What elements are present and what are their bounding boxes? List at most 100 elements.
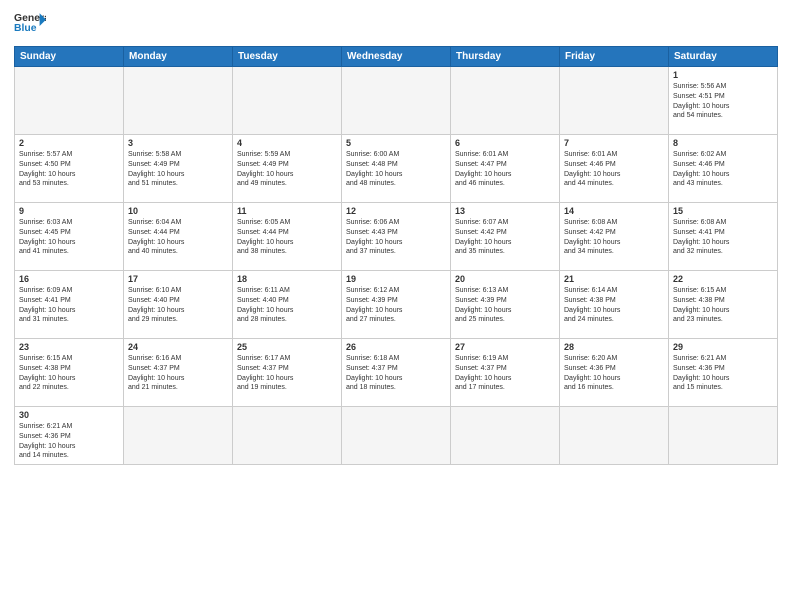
day-cell	[342, 67, 451, 135]
day-info: Sunrise: 6:21 AM Sunset: 4:36 PM Dayligh…	[673, 354, 773, 393]
day-cell: 18 Sunrise: 6:11 AM Sunset: 4:40 PM Dayli…	[233, 271, 342, 339]
day-cell: 29 Sunrise: 6:21 AM Sunset: 4:36 PM Dayli…	[669, 339, 778, 407]
weekday-sunday: Sunday	[15, 47, 124, 67]
day-cell: 7 Sunrise: 6:01 AM Sunset: 4:46 PM Daylig…	[560, 135, 669, 203]
day-info: Sunrise: 6:00 AM Sunset: 4:48 PM Dayligh…	[346, 150, 446, 189]
weekday-header: SundayMondayTuesdayWednesdayThursdayFrid…	[15, 47, 778, 67]
day-info: Sunrise: 6:15 AM Sunset: 4:38 PM Dayligh…	[673, 286, 773, 325]
day-cell: 6 Sunrise: 6:01 AM Sunset: 4:47 PM Daylig…	[451, 135, 560, 203]
week-row-0: 1Sunrise: 5:56 AM Sunset: 4:51 PM Daylig…	[15, 67, 778, 135]
day-cell: 30 Sunrise: 6:21 AM Sunset: 4:36 PM Dayli…	[15, 407, 124, 465]
day-number: 4	[237, 138, 337, 148]
day-number: 29	[673, 342, 773, 352]
day-info: Sunrise: 6:03 AM Sunset: 4:45 PM Dayligh…	[19, 218, 119, 257]
day-cell	[233, 67, 342, 135]
day-number: 11	[237, 206, 337, 216]
day-number: 28	[564, 342, 664, 352]
day-number: 23	[19, 342, 119, 352]
day-cell	[669, 407, 778, 465]
day-info: Sunrise: 6:06 AM Sunset: 4:43 PM Dayligh…	[346, 218, 446, 257]
calendar: SundayMondayTuesdayWednesdayThursdayFrid…	[14, 46, 778, 465]
day-info: Sunrise: 6:10 AM Sunset: 4:40 PM Dayligh…	[128, 286, 228, 325]
day-cell: 16 Sunrise: 6:09 AM Sunset: 4:41 PM Dayli…	[15, 271, 124, 339]
day-number: 20	[455, 274, 555, 284]
day-cell	[124, 67, 233, 135]
day-number: 18	[237, 274, 337, 284]
day-info: Sunrise: 6:08 AM Sunset: 4:41 PM Dayligh…	[673, 218, 773, 257]
day-cell: 28 Sunrise: 6:20 AM Sunset: 4:36 PM Dayli…	[560, 339, 669, 407]
day-cell: 22 Sunrise: 6:15 AM Sunset: 4:38 PM Dayli…	[669, 271, 778, 339]
day-info: Sunrise: 6:14 AM Sunset: 4:38 PM Dayligh…	[564, 286, 664, 325]
day-cell	[15, 67, 124, 135]
week-row-3: 16 Sunrise: 6:09 AM Sunset: 4:41 PM Dayli…	[15, 271, 778, 339]
day-info: Sunrise: 6:01 AM Sunset: 4:46 PM Dayligh…	[564, 150, 664, 189]
day-info: Sunrise: 6:16 AM Sunset: 4:37 PM Dayligh…	[128, 354, 228, 393]
day-cell: 3 Sunrise: 5:58 AM Sunset: 4:49 PM Daylig…	[124, 135, 233, 203]
day-number: 5	[346, 138, 446, 148]
day-number: 26	[346, 342, 446, 352]
day-info: Sunrise: 5:59 AM Sunset: 4:49 PM Dayligh…	[237, 150, 337, 189]
day-info: Sunrise: 6:13 AM Sunset: 4:39 PM Dayligh…	[455, 286, 555, 325]
day-number: 8	[673, 138, 773, 148]
logo-icon: General Blue	[14, 10, 46, 38]
day-number: 15	[673, 206, 773, 216]
day-cell	[451, 407, 560, 465]
day-number: 24	[128, 342, 228, 352]
day-number: 16	[19, 274, 119, 284]
weekday-saturday: Saturday	[669, 47, 778, 67]
day-cell	[233, 407, 342, 465]
day-info: Sunrise: 6:01 AM Sunset: 4:47 PM Dayligh…	[455, 150, 555, 189]
weekday-thursday: Thursday	[451, 47, 560, 67]
day-cell: 2Sunrise: 5:57 AM Sunset: 4:50 PM Daylig…	[15, 135, 124, 203]
day-info: Sunrise: 6:05 AM Sunset: 4:44 PM Dayligh…	[237, 218, 337, 257]
weekday-friday: Friday	[560, 47, 669, 67]
day-cell: 11 Sunrise: 6:05 AM Sunset: 4:44 PM Dayli…	[233, 203, 342, 271]
day-number: 7	[564, 138, 664, 148]
day-cell: 21Sunrise: 6:14 AM Sunset: 4:38 PM Dayli…	[560, 271, 669, 339]
day-number: 6	[455, 138, 555, 148]
day-info: Sunrise: 6:20 AM Sunset: 4:36 PM Dayligh…	[564, 354, 664, 393]
day-info: Sunrise: 6:21 AM Sunset: 4:36 PM Dayligh…	[19, 422, 119, 461]
day-info: Sunrise: 6:17 AM Sunset: 4:37 PM Dayligh…	[237, 354, 337, 393]
day-cell: 17Sunrise: 6:10 AM Sunset: 4:40 PM Dayli…	[124, 271, 233, 339]
day-number: 22	[673, 274, 773, 284]
day-info: Sunrise: 6:15 AM Sunset: 4:38 PM Dayligh…	[19, 354, 119, 393]
day-number: 27	[455, 342, 555, 352]
day-number: 3	[128, 138, 228, 148]
calendar-body: 1Sunrise: 5:56 AM Sunset: 4:51 PM Daylig…	[15, 67, 778, 465]
day-info: Sunrise: 6:11 AM Sunset: 4:40 PM Dayligh…	[237, 286, 337, 325]
week-row-1: 2Sunrise: 5:57 AM Sunset: 4:50 PM Daylig…	[15, 135, 778, 203]
day-cell	[560, 407, 669, 465]
day-info: Sunrise: 6:07 AM Sunset: 4:42 PM Dayligh…	[455, 218, 555, 257]
svg-text:Blue: Blue	[14, 23, 37, 34]
day-info: Sunrise: 5:57 AM Sunset: 4:50 PM Dayligh…	[19, 150, 119, 189]
day-cell: 25 Sunrise: 6:17 AM Sunset: 4:37 PM Dayli…	[233, 339, 342, 407]
day-info: Sunrise: 6:02 AM Sunset: 4:46 PM Dayligh…	[673, 150, 773, 189]
day-cell: 27 Sunrise: 6:19 AM Sunset: 4:37 PM Dayli…	[451, 339, 560, 407]
day-number: 19	[346, 274, 446, 284]
day-cell: 20 Sunrise: 6:13 AM Sunset: 4:39 PM Dayli…	[451, 271, 560, 339]
logo: General Blue	[14, 10, 46, 38]
day-number: 30	[19, 410, 119, 420]
day-number: 25	[237, 342, 337, 352]
day-cell: 26Sunrise: 6:18 AM Sunset: 4:37 PM Dayli…	[342, 339, 451, 407]
day-cell	[560, 67, 669, 135]
day-info: Sunrise: 5:58 AM Sunset: 4:49 PM Dayligh…	[128, 150, 228, 189]
day-info: Sunrise: 6:19 AM Sunset: 4:37 PM Dayligh…	[455, 354, 555, 393]
day-cell: 9Sunrise: 6:03 AM Sunset: 4:45 PM Daylig…	[15, 203, 124, 271]
day-info: Sunrise: 6:12 AM Sunset: 4:39 PM Dayligh…	[346, 286, 446, 325]
day-cell	[451, 67, 560, 135]
day-cell	[342, 407, 451, 465]
day-info: Sunrise: 6:08 AM Sunset: 4:42 PM Dayligh…	[564, 218, 664, 257]
week-row-4: 23 Sunrise: 6:15 AM Sunset: 4:38 PM Dayli…	[15, 339, 778, 407]
day-number: 14	[564, 206, 664, 216]
day-number: 12	[346, 206, 446, 216]
header: General Blue	[14, 10, 778, 38]
day-cell: 15 Sunrise: 6:08 AM Sunset: 4:41 PM Dayli…	[669, 203, 778, 271]
day-cell: 12 Sunrise: 6:06 AM Sunset: 4:43 PM Dayli…	[342, 203, 451, 271]
day-cell: 5 Sunrise: 6:00 AM Sunset: 4:48 PM Daylig…	[342, 135, 451, 203]
week-row-2: 9Sunrise: 6:03 AM Sunset: 4:45 PM Daylig…	[15, 203, 778, 271]
day-info: Sunrise: 6:09 AM Sunset: 4:41 PM Dayligh…	[19, 286, 119, 325]
weekday-monday: Monday	[124, 47, 233, 67]
day-cell	[124, 407, 233, 465]
